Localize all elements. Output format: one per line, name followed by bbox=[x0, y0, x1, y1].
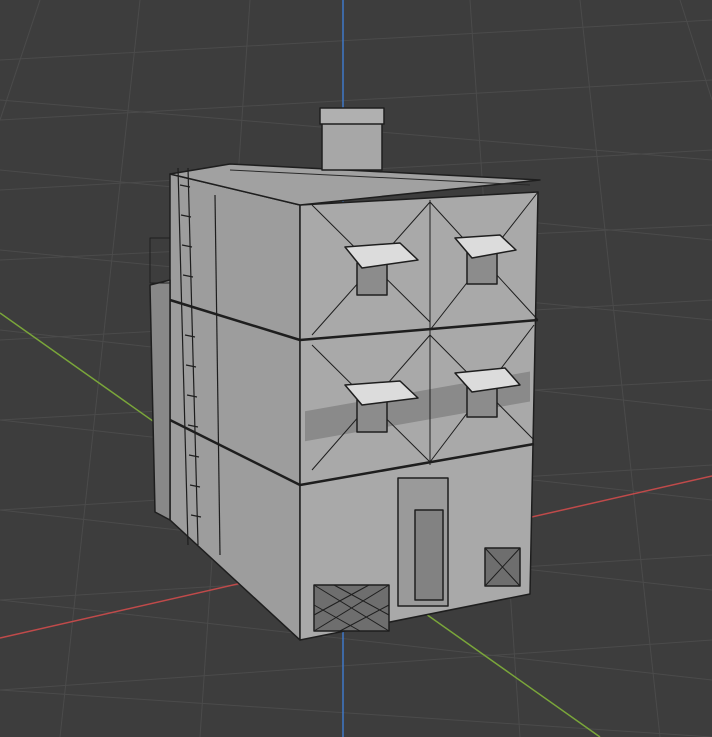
side-annex bbox=[149, 279, 171, 521]
storefront-door bbox=[397, 477, 449, 607]
3d-viewport[interactable] bbox=[0, 0, 712, 737]
viewport-canvas[interactable] bbox=[0, 0, 712, 737]
chimney bbox=[319, 107, 385, 171]
side-railing bbox=[149, 237, 171, 284]
lattice-panel-left bbox=[313, 584, 390, 632]
lattice-panel-right bbox=[484, 547, 521, 587]
building-model[interactable] bbox=[149, 107, 541, 641]
